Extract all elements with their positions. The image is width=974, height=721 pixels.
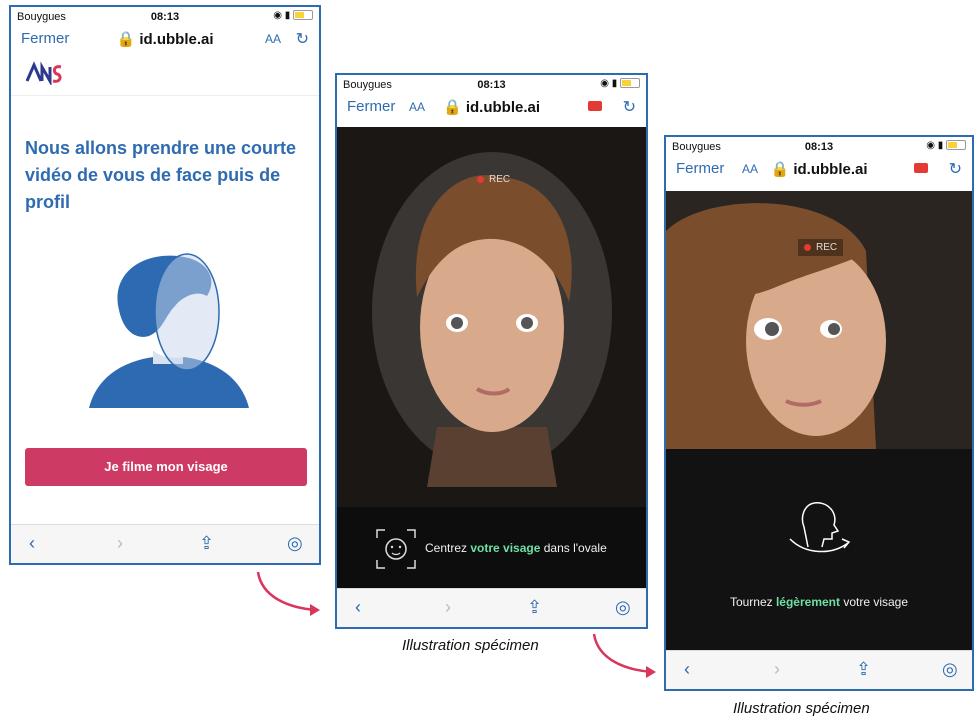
share-icon[interactable]: ⇪ [856, 659, 871, 680]
camera-icon [914, 163, 928, 173]
ans-logo [25, 61, 62, 85]
face-portrait [666, 203, 886, 449]
instruction-panel: Tournez légèrement votre visage [666, 449, 972, 655]
instruction-panel: Centrez votre visage dans l'ovale [337, 507, 646, 591]
text-size-button[interactable]: AA [265, 32, 281, 46]
battery-icon: ◉ ▮ [600, 78, 640, 89]
browser-bar: Fermer 🔒 id.ubble.ai AA ↻ [11, 27, 319, 51]
center-face-hint: Centrez votre visage dans l'ovale [425, 541, 607, 555]
phone-screen-intro: Bouygues 08:13 ◉ ▮ Fermer 🔒 id.ubble.ai … [9, 5, 321, 565]
share-icon[interactable]: ⇪ [199, 533, 214, 554]
share-icon[interactable]: ⇪ [527, 597, 542, 618]
turn-face-hint: Tournez légèrement votre visage [729, 595, 909, 609]
face-frame-icon [376, 529, 416, 569]
back-icon[interactable]: ‹ [355, 597, 361, 618]
compass-icon[interactable]: ◎ [615, 597, 631, 618]
page-header [11, 51, 319, 96]
status-bar: Bouygues 08:13 ◉ ▮ [666, 137, 972, 157]
flow-arrow-icon [592, 633, 656, 678]
rec-dot-icon [477, 175, 484, 183]
forward-icon[interactable]: › [445, 597, 451, 618]
reload-icon[interactable]: ↻ [623, 97, 636, 117]
film-face-button[interactable]: Je filme mon visage [25, 448, 307, 486]
rec-indicator: REC [798, 239, 844, 256]
browser-toolbar: ‹ › ⇪ ◎ [11, 524, 319, 563]
forward-icon[interactable]: › [117, 533, 123, 554]
face-illustration [89, 253, 249, 408]
back-icon[interactable]: ‹ [29, 533, 35, 554]
battery-icon: ◉ ▮ [273, 10, 313, 21]
status-bar: Bouygues 08:13 ◉ ▮ [337, 75, 646, 95]
compass-icon[interactable]: ◎ [287, 533, 303, 554]
caption-2: Illustration spécimen [733, 700, 870, 717]
browser-toolbar: ‹ › ⇪ ◎ [666, 650, 972, 689]
page-title: Nous allons prendre une courte vidéo de … [25, 138, 297, 212]
camera-view: REC [666, 191, 972, 449]
browser-bar: Fermer AA 🔒 id.ubble.ai ↻ [666, 157, 972, 181]
flow-arrow-icon [256, 571, 320, 616]
forward-icon[interactable]: › [774, 659, 780, 680]
reload-icon[interactable]: ↻ [949, 159, 962, 179]
caption-1: Illustration spécimen [402, 637, 539, 654]
camera-view: REC [337, 127, 646, 507]
turn-head-icon [789, 502, 851, 553]
phone-screen-turn-face: Bouygues 08:13 ◉ ▮ Fermer AA 🔒 id.ubble.… [664, 135, 974, 691]
camera-icon [588, 101, 602, 111]
browser-bar: Fermer AA 🔒 id.ubble.ai ↻ [337, 95, 646, 119]
reload-icon[interactable]: ↻ [296, 29, 309, 49]
rec-dot-icon [804, 243, 811, 251]
compass-icon[interactable]: ◎ [942, 659, 958, 680]
browser-toolbar: ‹ › ⇪ ◎ [337, 588, 646, 627]
battery-icon: ◉ ▮ [926, 140, 966, 151]
back-icon[interactable]: ‹ [684, 659, 690, 680]
phone-screen-center-face: Bouygues 08:13 ◉ ▮ Fermer AA 🔒 id.ubble.… [335, 73, 648, 629]
status-bar: Bouygues 08:13 ◉ ▮ [11, 7, 319, 27]
rec-indicator: REC [477, 174, 510, 185]
